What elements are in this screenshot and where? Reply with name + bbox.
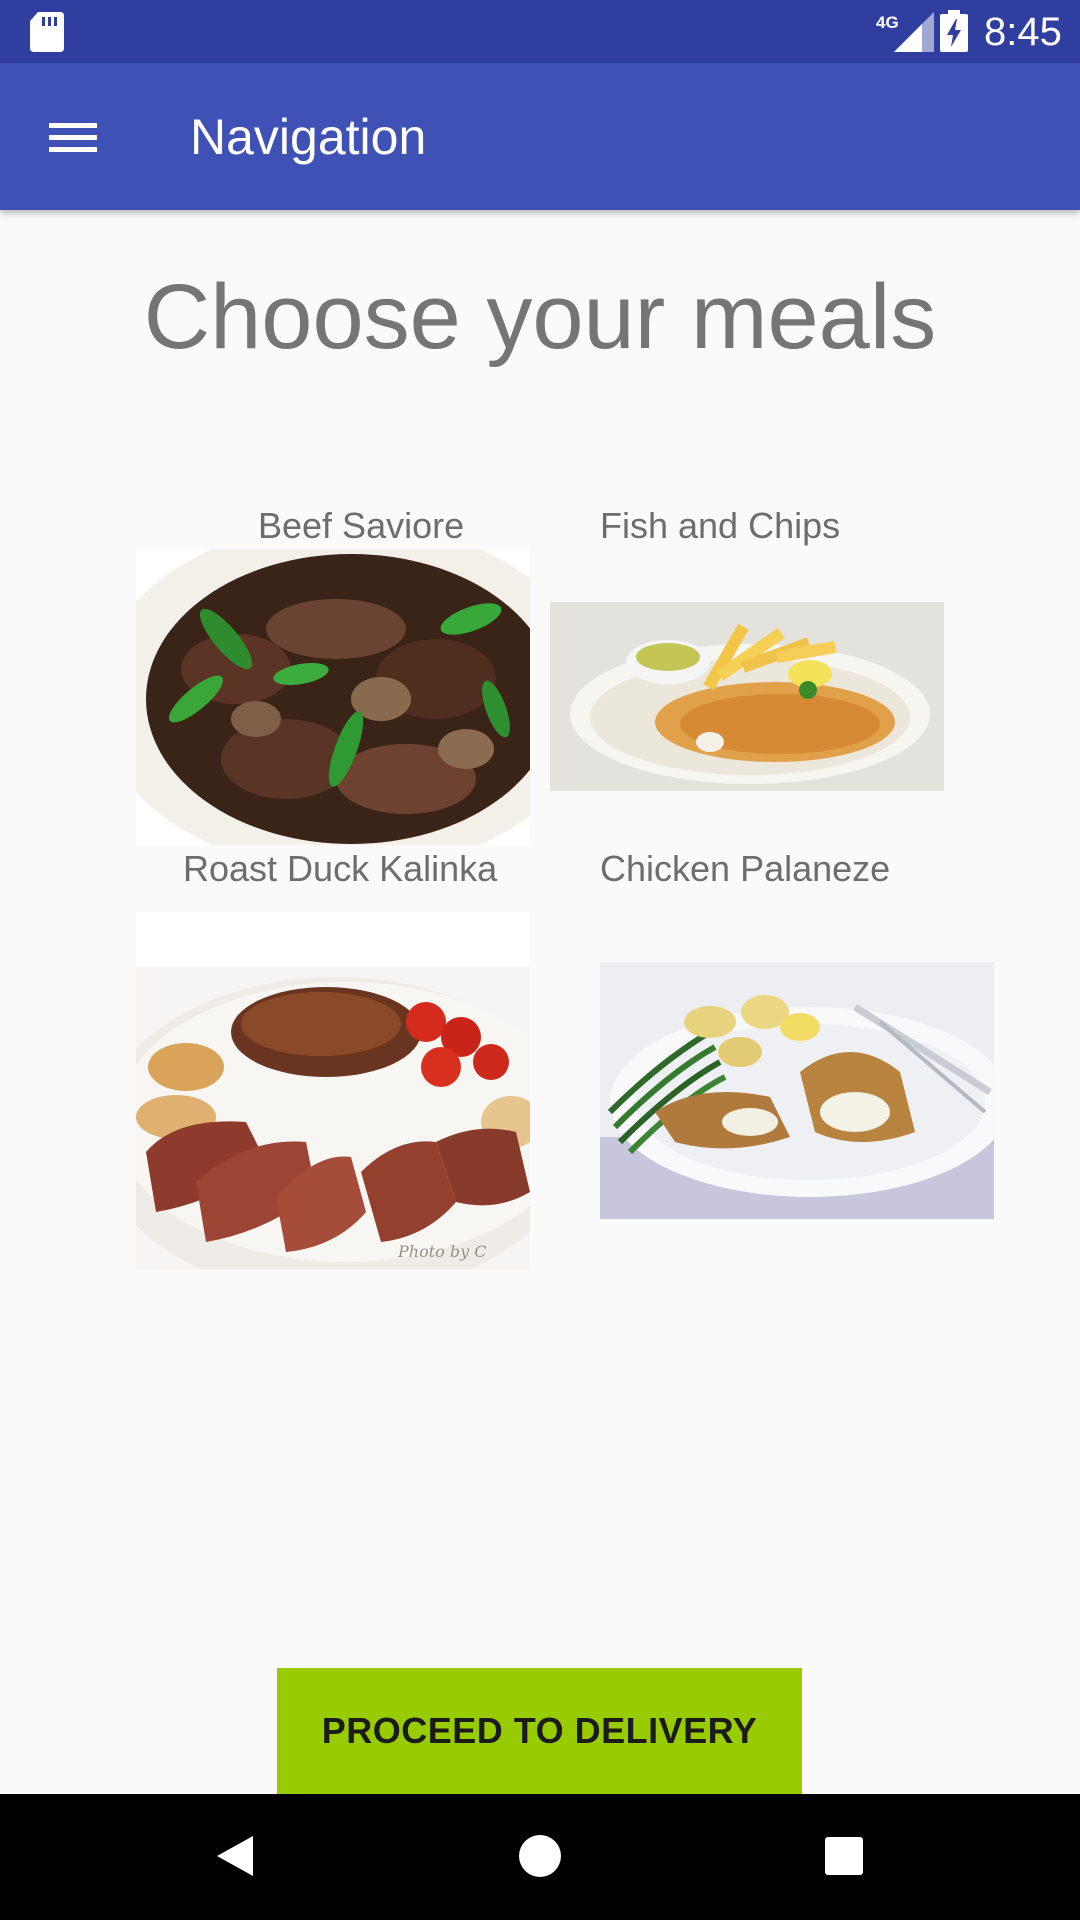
proceed-to-delivery-button[interactable]: PROCEED TO DELIVERY: [277, 1668, 802, 1794]
meal-photo-beef-saviore[interactable]: [136, 549, 530, 845]
photo-watermark: Photo by C: [397, 1242, 486, 1261]
back-icon[interactable]: [205, 1824, 269, 1888]
sd-card-icon: [30, 12, 64, 52]
toolbar-title: Navigation: [190, 109, 427, 165]
meal-label-beef-saviore: Beef Saviore: [258, 505, 465, 546]
meal-photo-chicken-palaneze[interactable]: [600, 962, 994, 1219]
menu-icon: [49, 123, 97, 152]
meal-label-chicken-palaneze: Chicken Palaneze: [600, 848, 891, 889]
battery-charging-icon: [940, 10, 968, 52]
status-clock: 8:45: [984, 10, 1062, 54]
signal-icon: 4G: [876, 12, 934, 52]
app-toolbar: Navigation: [0, 63, 1080, 210]
meal-label-fish-and-chips: Fish and Chips: [600, 505, 841, 546]
status-bar: 4G 8:45: [0, 0, 1080, 63]
system-nav-bar: [0, 1794, 1080, 1920]
network-type-label: 4G: [876, 13, 899, 32]
recents-icon[interactable]: [812, 1824, 876, 1888]
meal-photo-fish-and-chips[interactable]: [550, 602, 944, 791]
page-heading: Choose your meals: [143, 266, 937, 368]
home-icon[interactable]: [508, 1824, 572, 1888]
meal-photo-roast-duck-kalinka[interactable]: Photo by C: [136, 912, 530, 1269]
menu-button[interactable]: [30, 98, 116, 176]
meal-label-roast-duck-kalinka: Roast Duck Kalinka: [183, 848, 498, 889]
